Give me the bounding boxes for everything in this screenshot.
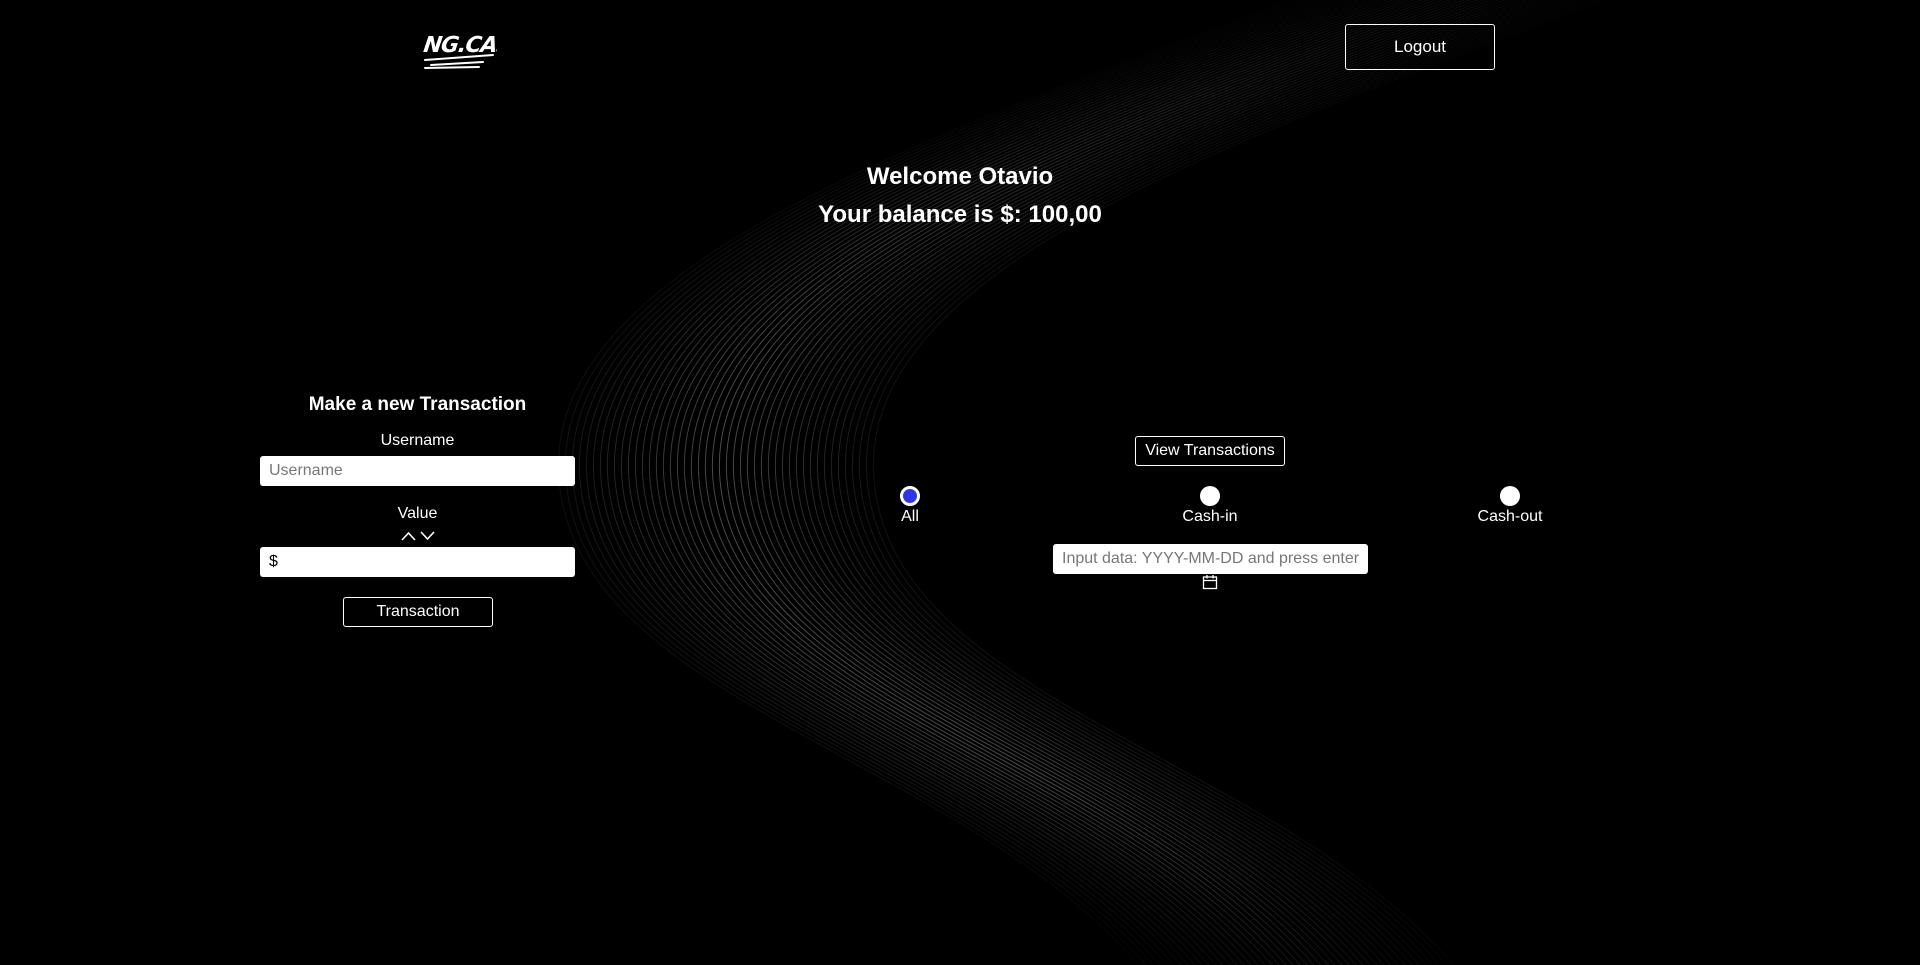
currency-prefix: $: [269, 553, 278, 570]
chevron-up-icon[interactable]: [401, 530, 416, 542]
svg-text:NG.CASH: NG.CASH: [423, 32, 497, 58]
logout-button[interactable]: Logout: [1345, 24, 1495, 70]
balance-text: Your balance is $: 100,00: [818, 201, 1102, 228]
username-label: Username: [380, 432, 455, 449]
filter-cash-in-radio[interactable]: Cash-in: [1150, 486, 1270, 526]
date-filter-input[interactable]: [1053, 544, 1368, 574]
transaction-button[interactable]: Transaction: [343, 597, 493, 627]
view-transactions-button[interactable]: View Transactions: [1135, 436, 1285, 466]
filter-all-radio[interactable]: All: [850, 486, 970, 526]
value-sort-toggles: [401, 530, 435, 544]
value-label: Value: [397, 505, 438, 522]
ng-cash-logo[interactable]: NG.CASH: [423, 22, 497, 72]
radio-circle[interactable]: [900, 486, 920, 506]
transaction-form-title: Make a new Transaction: [308, 394, 527, 415]
radio-circle[interactable]: [1200, 486, 1220, 506]
filter-cash-out-label: Cash-out: [1477, 508, 1543, 525]
filter-cash-out-radio[interactable]: Cash-out: [1450, 486, 1570, 526]
chevron-down-icon[interactable]: [420, 530, 435, 542]
welcome-heading: Welcome Otavio: [866, 163, 1054, 190]
username-input[interactable]: [260, 456, 575, 486]
value-input[interactable]: [281, 553, 566, 571]
calendar-icon[interactable]: [1202, 574, 1218, 590]
value-field[interactable]: $: [260, 547, 575, 577]
filter-all-label: All: [901, 508, 919, 525]
filter-cash-in-label: Cash-in: [1182, 508, 1238, 525]
radio-circle[interactable]: [1500, 486, 1520, 506]
